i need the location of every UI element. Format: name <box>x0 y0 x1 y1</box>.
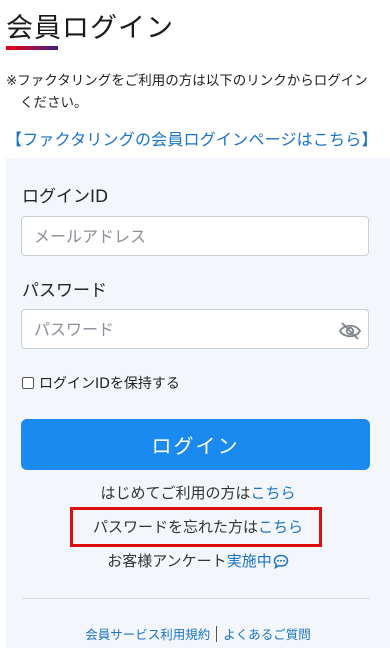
notice-line-1: ※ファクタリングをご利用の方は以下のリンクからログイン <box>6 73 368 89</box>
password-input[interactable] <box>21 309 369 349</box>
notice-line-2: ください。 <box>20 95 88 111</box>
chat-bubble-icon <box>273 554 289 573</box>
login-id-label: ログインID <box>22 187 109 207</box>
remember-checkbox[interactable] <box>22 377 34 389</box>
faq-link[interactable]: よくあるご質問 <box>223 627 311 642</box>
survey-line: お客様アンケート実施中 <box>6 550 390 573</box>
footer-separator <box>216 626 218 642</box>
remember-label: ログインIDを保持する <box>39 376 180 392</box>
forgot-password-text: パスワードを忘れた方は <box>92 518 258 536</box>
login-panel: ログインID パスワード ログインIDを保持する ログイン はじめてご利用の方は… <box>6 158 390 648</box>
login-id-input[interactable] <box>21 216 369 256</box>
terms-link[interactable]: 会員サービス利用規約 <box>85 627 210 642</box>
first-time-line: はじめてご利用の方はこちら <box>6 482 390 503</box>
forgot-password-line: パスワードを忘れた方はこちら <box>6 516 390 537</box>
footer-links: 会員サービス利用規約 よくあるご質問 <box>6 624 390 643</box>
survey-link-label: 実施中 <box>226 552 272 570</box>
login-button[interactable]: ログイン <box>21 419 370 470</box>
eye-slash-icon[interactable] <box>338 322 362 340</box>
survey-link[interactable]: 実施中 <box>227 552 289 570</box>
title-underline <box>6 46 58 50</box>
remember-login-id[interactable]: ログインIDを保持する <box>22 373 180 393</box>
divider <box>22 598 370 599</box>
password-label: パスワード <box>22 281 107 301</box>
factoring-member-login-link[interactable]: 【ファクタリングの会員ログインページはこちら】 <box>6 126 390 150</box>
first-time-link[interactable]: こちら <box>251 484 296 502</box>
notice-text: ※ファクタリングをご利用の方は以下のリンクからログイン ください。 <box>6 70 384 114</box>
forgot-password-link[interactable]: こちら <box>258 518 303 536</box>
first-time-text: はじめてご利用の方は <box>100 484 251 502</box>
survey-text: お客様アンケート <box>107 552 227 570</box>
page-title: 会員ログイン <box>6 13 174 44</box>
